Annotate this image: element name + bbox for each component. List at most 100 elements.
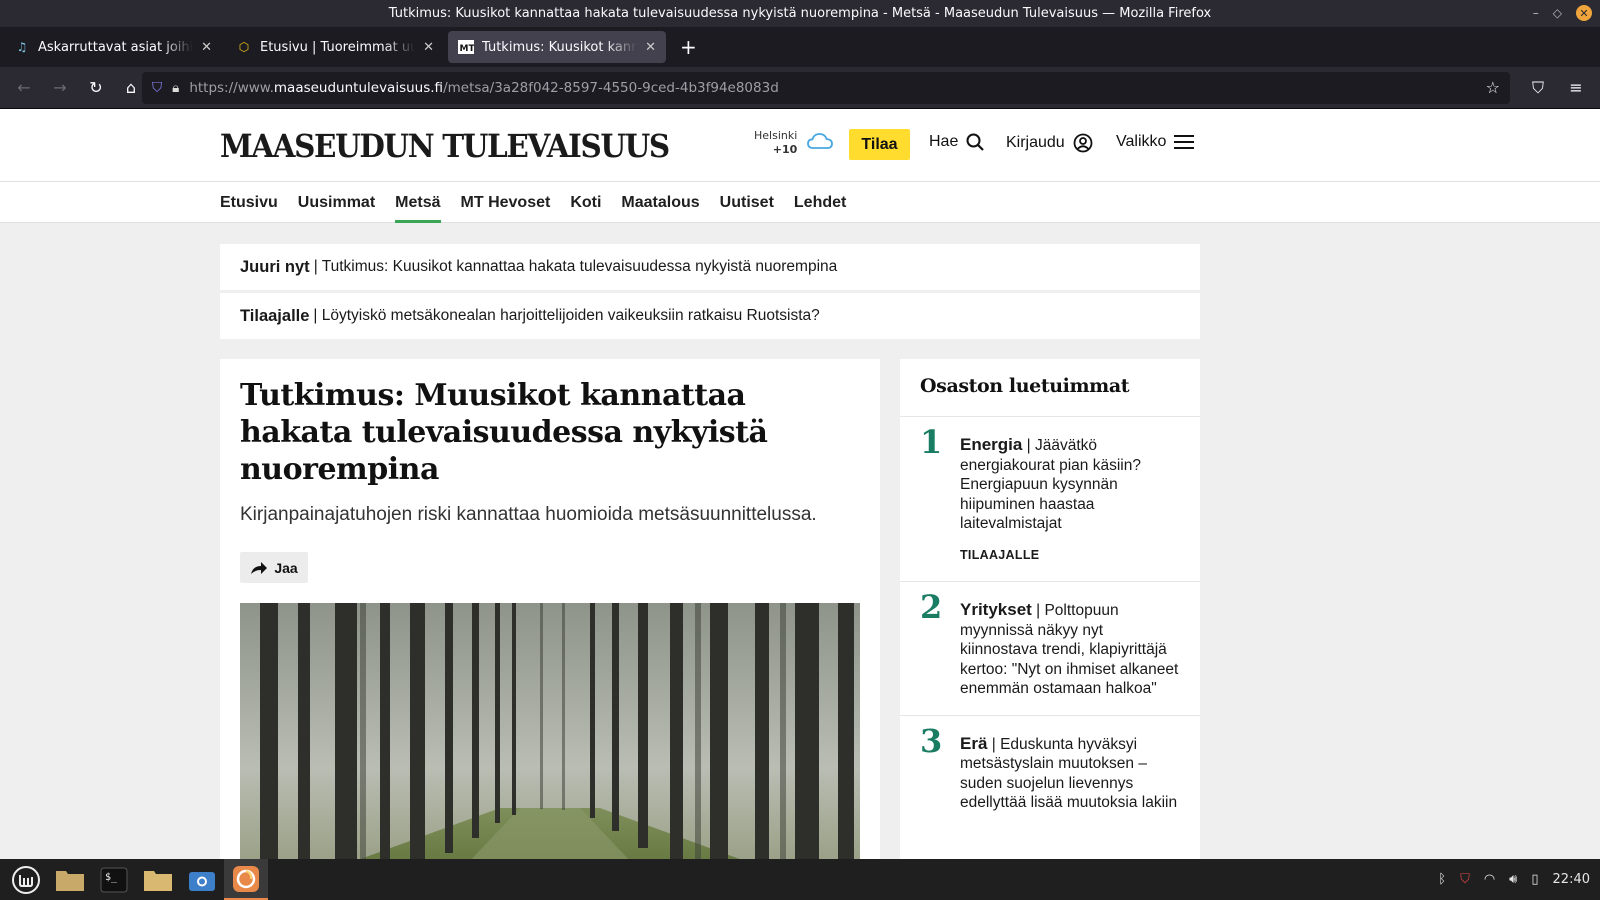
wifi-icon[interactable]: ◠	[1484, 872, 1495, 887]
section-nav: Etusivu Uusimmat Metsä MT Hevoset Koti Maatal…	[0, 182, 1600, 223]
menu-button[interactable]: Valikko	[1116, 133, 1195, 151]
screenshot-icon[interactable]	[180, 859, 224, 900]
tab-label: Tutkimus: Kuusikot kannatt	[482, 39, 638, 55]
site-header: MAASEUDUN TULEVAISUUS Helsinki +10 Tilaa…	[0, 109, 1600, 182]
forward-icon[interactable]: →	[44, 72, 76, 104]
new-tab-icon[interactable]: +	[670, 35, 707, 59]
ticker-now[interactable]: Juuri nyt | Tutkimus: Kuusikot kannattaa…	[220, 244, 1200, 290]
article-lead: Kirjanpainajatuhojen riski kannattaa huo…	[240, 504, 817, 525]
svg-text:$_: $_	[105, 872, 118, 883]
sidebar-title: Osaston luetuimmat	[900, 359, 1200, 417]
item-category: Yritykset	[960, 600, 1032, 619]
ticker-label: Juuri nyt	[240, 257, 310, 276]
search-label: Hae	[929, 133, 959, 150]
item-tag: TILAAJALLE	[960, 547, 1040, 562]
tab-strip: ♫ Askarruttavat asiat joihin et ✕ ⬡ Etus…	[0, 27, 1600, 67]
hexagon-icon: ⬡	[238, 40, 250, 54]
item-text: | Eduskunta hyväksyi metsästyslain muuto…	[960, 735, 1178, 812]
ticker-subscriber[interactable]: Tilaajalle | Löytyiskö metsäkonealan har…	[220, 293, 1200, 339]
bookmark-star-icon[interactable]: ☆	[1486, 78, 1500, 97]
tab-label: Askarruttavat asiat joihin et	[38, 39, 194, 55]
site-logo[interactable]: MAASEUDUN TULEVAISUUS	[220, 127, 670, 165]
menu-label: Valikko	[1116, 133, 1167, 150]
music-note-icon: ♫	[16, 40, 28, 54]
lock-icon[interactable]: 🔒︎	[172, 80, 179, 96]
web-page: MAASEUDUN TULEVAISUUS Helsinki +10 Tilaa…	[0, 109, 1600, 859]
subscribe-button[interactable]: Tilaa	[849, 129, 910, 160]
window-titlebar: Tutkimus: Kuusikot kannattaa hakata tule…	[0, 0, 1600, 27]
item-category: Erä	[960, 733, 988, 753]
battery-icon[interactable]: ▯	[1531, 872, 1538, 887]
forest-image	[240, 603, 860, 859]
weather-city: Helsinki	[754, 129, 798, 142]
url-text: https://www.maaseuduntulevaisuus.fi/mets…	[189, 79, 779, 96]
nav-item-uutiset[interactable]: Uutiset	[720, 194, 774, 223]
nav-item-etusivu[interactable]: Etusivu	[220, 194, 278, 223]
terminal-icon[interactable]: $_	[92, 859, 136, 900]
nav-item-mt-hevoset[interactable]: MT Hevoset	[461, 194, 551, 223]
share-label: Jaa	[274, 559, 298, 576]
mt-favicon: MT	[458, 39, 474, 55]
article: Tutkimus: Muusikot kannattaa hakata tule…	[220, 359, 880, 859]
most-read-item-3[interactable]: 3 Erä | Eduskunta hyväksyi metsästyslain…	[900, 716, 1200, 829]
user-icon	[1073, 133, 1093, 153]
url-bar[interactable]: ⛉ 🔒︎ https://www.maaseuduntulevaisuus.fi…	[142, 71, 1510, 104]
share-button[interactable]: Jaa	[240, 552, 308, 583]
search-button[interactable]: Hae	[929, 133, 985, 151]
pocket-icon[interactable]: ⛉	[1522, 72, 1554, 104]
tab-3[interactable]: MT Tutkimus: Kuusikot kannatt ✕	[448, 31, 666, 63]
nav-item-metsä[interactable]: Metsä	[395, 194, 441, 223]
hamburger-icon	[1174, 135, 1195, 149]
svg-text:MT: MT	[460, 44, 475, 54]
reload-icon[interactable]: ↻	[80, 72, 112, 104]
tab-close-icon[interactable]: ✕	[645, 40, 656, 55]
login-button[interactable]: Kirjaudu	[1006, 133, 1093, 153]
hamburger-menu-icon[interactable]: ≡	[1560, 72, 1592, 104]
share-arrow-icon	[251, 561, 268, 574]
back-icon[interactable]: ←	[8, 72, 40, 104]
item-category: Energia	[960, 435, 1023, 454]
volume-icon[interactable]: 🔊︎	[1509, 872, 1517, 887]
firefox-icon[interactable]	[224, 859, 268, 900]
system-tray: ᛒ ⛉ ◠ 🔊︎ ▯ 22:40	[1438, 872, 1600, 887]
mint-menu-icon[interactable]	[4, 859, 48, 900]
browser-toolbar: ← → ↻ ⌂ ⛉ 🔒︎ https://www.maaseuduntuleva…	[0, 67, 1600, 109]
rank-number: 1	[920, 423, 943, 461]
bluetooth-icon[interactable]: ᛒ	[1438, 872, 1446, 887]
weather-widget: Helsinki +10	[754, 129, 797, 157]
files-icon[interactable]	[136, 859, 180, 900]
article-headline: Tutkimus: Muusikot kannattaa hakata tule…	[240, 378, 768, 487]
security-shield-icon[interactable]: ⛉	[1460, 872, 1470, 887]
rank-number: 2	[920, 588, 943, 626]
maximize-icon[interactable]: ◇	[1553, 6, 1562, 20]
close-icon[interactable]: ✕	[1576, 5, 1592, 21]
tab-2[interactable]: ⬡ Etusivu | Tuoreimmat uutise ✕	[226, 31, 444, 63]
tab-label: Etusivu | Tuoreimmat uutise	[260, 39, 416, 55]
ticker-text: | Tutkimus: Kuusikot kannattaa hakata tu…	[313, 258, 838, 275]
tab-close-icon[interactable]: ✕	[201, 40, 212, 55]
ticker-text: | Löytyiskö metsäkonealan harjoittelijoi…	[313, 307, 820, 324]
shield-icon[interactable]: ⛉	[152, 80, 162, 96]
login-label: Kirjaudu	[1006, 134, 1065, 151]
most-read-item-2[interactable]: 2 Yritykset | Polttopuun myynnissä näkyy…	[900, 582, 1200, 716]
window-title: Tutkimus: Kuusikot kannattaa hakata tule…	[388, 6, 1212, 21]
tab-1[interactable]: ♫ Askarruttavat asiat joihin et ✕	[4, 31, 222, 63]
tab-close-icon[interactable]: ✕	[423, 40, 434, 55]
folder-icon[interactable]	[48, 859, 92, 900]
clock[interactable]: 22:40	[1553, 872, 1590, 887]
nav-item-maatalous[interactable]: Maatalous	[621, 194, 699, 223]
system-taskbar: $_ ᛒ ⛉ ◠ 🔊︎ ▯ 22:40	[0, 859, 1600, 900]
nav-item-uusimmat[interactable]: Uusimmat	[298, 194, 375, 223]
minimize-icon[interactable]: –	[1533, 6, 1539, 20]
most-read-item-1[interactable]: 1 Energia | Jäävätkö energiakourat pian …	[900, 417, 1200, 582]
most-read-sidebar: Osaston luetuimmat 1 Energia | Jäävätkö …	[900, 359, 1200, 859]
ticker-label: Tilaajalle	[240, 306, 310, 325]
nav-item-lehdet[interactable]: Lehdet	[794, 194, 846, 223]
weather-temp: +10	[772, 143, 798, 156]
home-icon[interactable]: ⌂	[115, 72, 147, 104]
article-photo	[240, 603, 860, 859]
rank-number: 3	[920, 721, 943, 760]
cloud-icon	[807, 133, 833, 149]
nav-item-koti[interactable]: Koti	[570, 194, 601, 223]
search-icon	[966, 133, 985, 151]
